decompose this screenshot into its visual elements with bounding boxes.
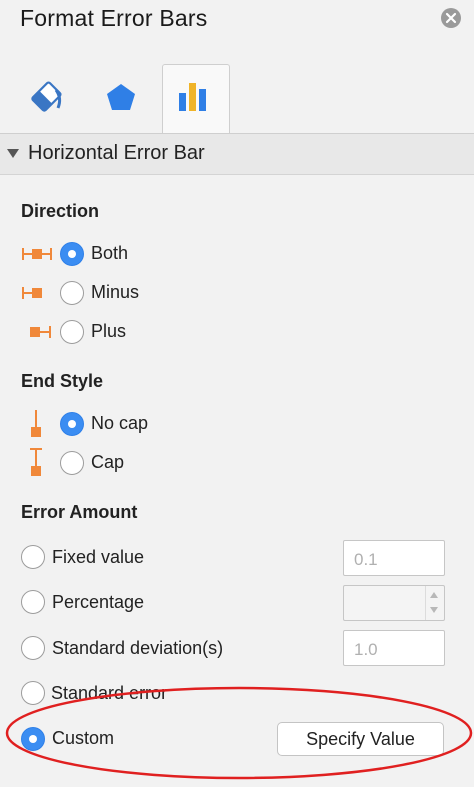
end-style-cap-radio[interactable] [60, 451, 84, 475]
end-style-cap-label: Cap [91, 452, 125, 472]
specify-value-button[interactable]: Specify Value [277, 722, 444, 756]
std-error-radio[interactable] [21, 681, 45, 705]
collapse-triangle-icon[interactable] [7, 149, 19, 158]
direction-heading: Direction [21, 201, 100, 221]
pentagon-icon [107, 84, 135, 110]
title-bar: Format Error Bars [0, 0, 474, 50]
end-style-heading: End Style [21, 371, 104, 391]
tab-fill-line[interactable] [12, 64, 78, 132]
fixed-value-text: 0.1 [354, 550, 378, 569]
fixed-value-label: Fixed value [52, 547, 145, 567]
close-icon[interactable] [441, 8, 461, 28]
fixed-value-input[interactable]: 0.1 [343, 540, 445, 576]
end-style-no-cap-radio[interactable] [60, 412, 84, 436]
percentage-label: Percentage [52, 592, 145, 612]
error-amount-heading: Error Amount [21, 502, 138, 522]
fixed-value-radio[interactable] [21, 545, 45, 569]
std-dev-text: 1.0 [354, 640, 378, 659]
percentage-radio[interactable] [21, 590, 45, 614]
std-dev-input[interactable]: 1.0 [343, 630, 445, 666]
percentage-stepper[interactable] [425, 586, 444, 620]
both-error-bar-icon [22, 248, 52, 260]
direction-minus-radio[interactable] [60, 281, 84, 305]
section-title: Horizontal Error Bar [28, 142, 205, 164]
std-dev-label: Standard deviation(s) [52, 638, 224, 658]
stepper-down-icon[interactable] [430, 607, 438, 613]
plus-error-bar-icon [30, 326, 51, 338]
custom-label: Custom [52, 728, 115, 748]
pane-title: Format Error Bars [20, 5, 208, 31]
paint-bucket-icon [31, 81, 62, 112]
bar-chart-icon [179, 83, 206, 111]
custom-radio[interactable] [21, 727, 45, 751]
end-style-no-cap-label: No cap [91, 413, 149, 433]
tab-bar [0, 64, 474, 134]
cap-icon [30, 448, 42, 476]
section-header[interactable]: Horizontal Error Bar [0, 134, 474, 175]
no-cap-icon [31, 410, 41, 437]
std-error-label: Standard error [51, 683, 168, 703]
direction-both-label: Both [91, 243, 129, 263]
std-dev-radio[interactable] [21, 636, 45, 660]
direction-both-radio[interactable] [60, 242, 84, 266]
direction-plus-radio[interactable] [60, 320, 84, 344]
stepper-up-icon[interactable] [430, 592, 438, 598]
minus-error-bar-icon [22, 287, 42, 299]
tab-options[interactable] [162, 64, 230, 134]
tab-effects[interactable] [88, 64, 154, 132]
direction-plus-label: Plus [91, 321, 127, 341]
direction-minus-label: Minus [91, 282, 140, 302]
percentage-input[interactable] [343, 585, 445, 621]
